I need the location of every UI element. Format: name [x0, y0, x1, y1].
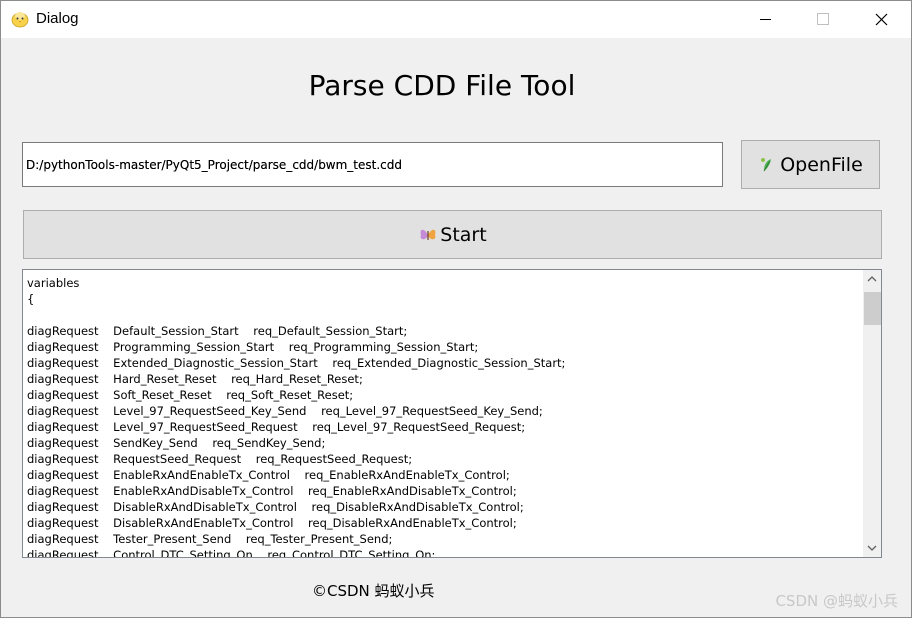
- output-line: diagRequest Programming_Session_Start re…: [27, 340, 479, 354]
- output-line: diagRequest Level_97_RequestSeed_Key_Sen…: [27, 404, 543, 418]
- window-title: Dialog: [36, 10, 79, 27]
- close-icon: [875, 13, 888, 26]
- dialog-window: Dialog Parse CDD File Tool D:/pythonTool…: [0, 0, 912, 618]
- start-button[interactable]: Start: [23, 210, 882, 259]
- minimize-icon: [760, 19, 771, 20]
- maximize-icon: [817, 13, 829, 25]
- chick-icon: [11, 10, 29, 28]
- output-line: diagRequest SendKey_Send req_SendKey_Sen…: [27, 436, 326, 450]
- chevron-down-icon: [867, 545, 877, 551]
- output-line: diagRequest DisableRxAndEnableTx_Control…: [27, 516, 517, 530]
- output-line: diagRequest Soft_Reset_Reset req_Soft_Re…: [27, 388, 354, 402]
- start-label: Start: [440, 223, 487, 246]
- open-file-label: OpenFile: [780, 153, 863, 176]
- open-file-button[interactable]: OpenFile: [741, 140, 880, 189]
- output-line: diagRequest EnableRxAndEnableTx_Control …: [27, 468, 510, 482]
- scroll-thumb[interactable]: [864, 292, 881, 325]
- leaf-icon: [761, 157, 772, 171]
- output-line: diagRequest Control_DTC_Setting_On req_C…: [27, 548, 436, 558]
- scroll-up-button[interactable]: [863, 270, 881, 288]
- scroll-down-button[interactable]: [863, 539, 881, 557]
- output-line: {: [27, 292, 35, 306]
- output-line: diagRequest RequestSeed_Request req_Requ…: [27, 452, 413, 466]
- minimize-button[interactable]: [737, 1, 795, 38]
- output-line: diagRequest Hard_Reset_Reset req_Hard_Re…: [27, 372, 363, 386]
- output-line: diagRequest EnableRxAndDisableTx_Control…: [27, 484, 517, 498]
- output-line: diagRequest Default_Session_Start req_De…: [27, 324, 408, 338]
- butterfly-icon: [420, 229, 436, 240]
- title-bar[interactable]: Dialog: [1, 1, 911, 38]
- vertical-scrollbar[interactable]: [863, 270, 881, 557]
- watermark: CSDN @蚂蚁小兵: [775, 592, 898, 610]
- output-line: diagRequest Level_97_RequestSeed_Request…: [27, 420, 526, 434]
- maximize-button[interactable]: [795, 1, 853, 38]
- output-line: diagRequest Tester_Present_Send req_Test…: [27, 532, 393, 546]
- output-line: variables: [27, 276, 80, 290]
- page-title: Parse CDD File Tool: [308, 69, 576, 102]
- footer-credit: ©CSDN 蚂蚁小兵: [312, 582, 435, 600]
- output-line: diagRequest Extended_Diagnostic_Session_…: [27, 356, 566, 370]
- output-text-area[interactable]: variables { diagRequest Default_Session_S…: [22, 269, 882, 558]
- chevron-up-icon: [867, 276, 877, 282]
- close-button[interactable]: [853, 1, 911, 38]
- file-path-input[interactable]: [22, 142, 723, 187]
- output-content: variables { diagRequest Default_Session_S…: [27, 275, 859, 558]
- output-line: diagRequest DisableRxAndDisableTx_Contro…: [27, 500, 524, 514]
